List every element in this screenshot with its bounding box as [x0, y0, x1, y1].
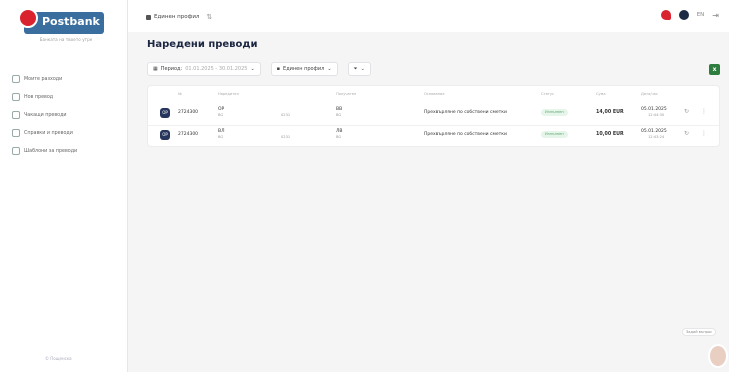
- payer-iban: BG: [218, 135, 224, 139]
- excel-export-icon[interactable]: x: [709, 64, 720, 75]
- clock-icon: [12, 111, 20, 119]
- more-icon[interactable]: ⋮: [701, 130, 707, 137]
- payer-name: ОР: [218, 107, 225, 112]
- swap-icon[interactable]: ⇅: [206, 13, 212, 21]
- time: 12:43:24: [648, 135, 665, 139]
- payment-reason: Прехвърляне по собствени сметки: [424, 132, 507, 137]
- table-row[interactable]: OP 2724300 ОР BG 0231 ВВ BG Прехвърляне …: [148, 104, 719, 124]
- column-header: Сума: [596, 92, 606, 96]
- status-badge: Изпълнен: [541, 131, 568, 138]
- logout-icon[interactable]: ⇥: [712, 11, 719, 20]
- plus-circle-icon: [12, 93, 20, 101]
- profile-switcher[interactable]: Единен профил ⇅: [146, 13, 212, 21]
- column-header: Статус: [541, 92, 555, 96]
- column-header: Получател: [336, 92, 357, 96]
- amount: 10,00 EUR: [596, 132, 624, 137]
- table-row[interactable]: OP 2724300 ВЛ BG 0231 ЛВ BG Прехвърляне …: [148, 125, 719, 145]
- top-right-actions: EN ⇥: [660, 10, 719, 20]
- page-title: Наредени преводи: [147, 39, 258, 50]
- logo-mark-icon: [18, 8, 38, 28]
- row-number: 2724300: [178, 110, 199, 115]
- date: 05.01.2025: [641, 107, 667, 112]
- sidebar-footer: © Пощенска: [45, 356, 72, 361]
- advanced-filter-button[interactable]: ⏷ ⌄: [347, 62, 371, 76]
- repeat-icon[interactable]: ↻: [684, 108, 689, 115]
- transfer-type-icon: OP: [160, 130, 170, 140]
- brand-name: Postbank: [42, 15, 100, 28]
- period-label: Период:: [160, 66, 183, 72]
- funnel-icon: ⏷: [353, 66, 358, 72]
- sidebar-item-pending-transfers[interactable]: Чакащи преводи: [8, 106, 124, 124]
- amount: 14,00 EUR: [596, 110, 624, 115]
- payee-iban: BG: [336, 135, 342, 139]
- more-icon[interactable]: ⋮: [701, 108, 707, 115]
- payment-reason: Прехвърляне по собствени сметки: [424, 110, 507, 115]
- column-header: №: [178, 92, 182, 96]
- table-header: № Наредител Получател Основание Статус С…: [148, 92, 719, 100]
- filters-bar: ▦ Период: 01.01.2025 - 30.01.2025 ⌄ ▪ Ед…: [147, 62, 371, 76]
- sidebar-item-my-expenses[interactable]: Моите разходи: [8, 70, 124, 88]
- document-icon: [12, 129, 20, 137]
- chevron-down-icon: ⌄: [360, 66, 365, 72]
- sidebar-item-label: Шаблони за преводи: [24, 148, 78, 154]
- sidebar-item-label: Нов превод: [24, 94, 54, 100]
- language-switch[interactable]: EN: [697, 12, 705, 18]
- profile-icon: [146, 14, 151, 20]
- wallet-icon: [12, 75, 20, 83]
- payer-iban: BG: [218, 113, 224, 117]
- period-value: 01.01.2025 - 30.01.2025: [185, 66, 248, 72]
- time: 12:44:30: [648, 113, 665, 117]
- notification-icon[interactable]: [660, 10, 671, 20]
- transfer-type-icon: OP: [160, 108, 170, 118]
- sidebar: Postbank Банката на твоето утре Моите ра…: [0, 0, 128, 372]
- chat-prompt[interactable]: Задай въпрос: [682, 328, 717, 336]
- top-bar: Единен профил ⇅ EN ⇥: [128, 0, 729, 32]
- profile-filter[interactable]: ▪ Единен профил ⌄: [270, 62, 338, 76]
- sidebar-nav: Моите разходи Нов превод Чакащи преводи …: [8, 70, 124, 160]
- row-number: 2724300: [178, 132, 199, 137]
- postbank-logo[interactable]: Postbank: [18, 8, 104, 34]
- sidebar-item-reports[interactable]: Справки и преводи: [8, 124, 124, 142]
- sidebar-item-label: Справки и преводи: [24, 130, 73, 136]
- column-header: Основание: [424, 92, 445, 96]
- chevron-down-icon: ⌄: [250, 66, 255, 72]
- sidebar-item-new-transfer[interactable]: Нов превод: [8, 88, 124, 106]
- status-badge: Изпълнен: [541, 109, 568, 116]
- payer-name: ВЛ: [218, 129, 225, 134]
- column-header: Наредител: [218, 92, 239, 96]
- transfers-table: № Наредител Получател Основание Статус С…: [147, 85, 720, 147]
- profile-label: Единен профил: [154, 14, 200, 20]
- period-filter[interactable]: ▦ Период: 01.01.2025 - 30.01.2025 ⌄: [147, 62, 261, 76]
- profile-filter-value: Единен профил: [283, 66, 325, 72]
- payee-name: ВВ: [336, 107, 343, 112]
- user-avatar[interactable]: [678, 10, 689, 20]
- chevron-down-icon: ⌄: [327, 66, 332, 72]
- column-header: Дата/час: [641, 92, 658, 96]
- payee-name: ЛВ: [336, 129, 343, 134]
- profile-filter-icon: ▪: [276, 66, 281, 72]
- payee-iban: BG: [336, 113, 342, 117]
- sidebar-item-label: Чакащи преводи: [24, 112, 67, 118]
- payer-account: 0231: [281, 113, 291, 117]
- date: 05.01.2025: [641, 129, 667, 134]
- template-icon: [12, 147, 20, 155]
- payer-account: 0231: [281, 135, 291, 139]
- chat-assistant-avatar[interactable]: [708, 344, 728, 368]
- brand-tagline: Банката на твоето утре: [39, 37, 93, 42]
- repeat-icon[interactable]: ↻: [684, 130, 689, 137]
- calendar-icon: ▦: [153, 66, 158, 72]
- sidebar-item-templates[interactable]: Шаблони за преводи: [8, 142, 124, 160]
- sidebar-item-label: Моите разходи: [24, 76, 63, 82]
